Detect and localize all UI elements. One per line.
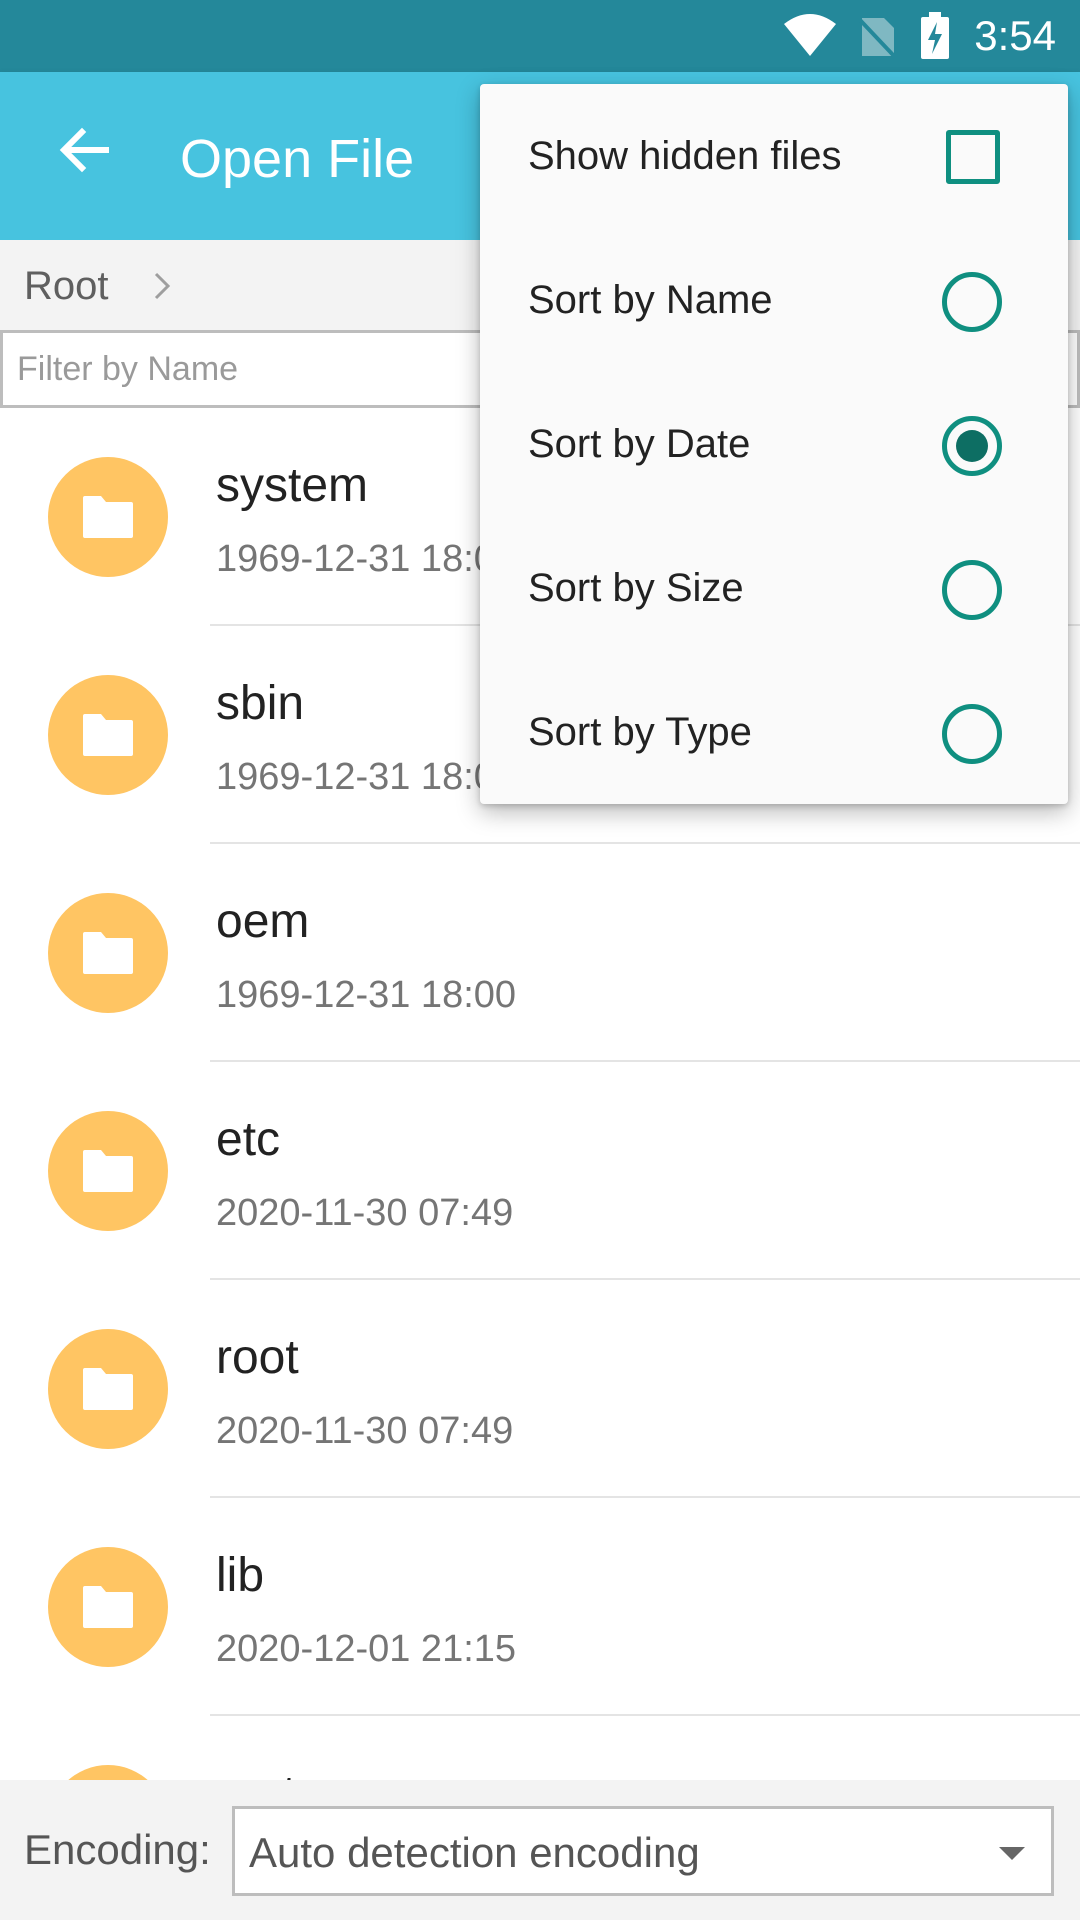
folder-icon <box>48 1111 168 1231</box>
file-date: 1969-12-31 18:00 <box>216 974 517 1016</box>
menu-item-label: Sort by Type <box>528 710 752 754</box>
sort-by-size-radio[interactable] <box>942 560 1002 620</box>
folder-icon <box>48 675 168 795</box>
show-hidden-files-checkbox[interactable] <box>946 130 1000 184</box>
menu-item-sort-by-size[interactable]: Sort by Size <box>480 516 1068 660</box>
folder-icon <box>48 893 168 1013</box>
file-name: sbin <box>216 677 305 730</box>
menu-item-label: Sort by Date <box>528 422 751 466</box>
file-date: 1969-12-31 18:00 <box>216 538 517 580</box>
file-name: root <box>216 1331 299 1384</box>
menu-item-label: Sort by Name <box>528 278 773 322</box>
breadcrumb-item-root[interactable]: Root <box>24 264 109 309</box>
menu-item-show-hidden-files[interactable]: Show hidden files <box>480 84 1068 228</box>
folder-icon <box>48 1765 168 1780</box>
encoding-selected-value: Auto detection encoding <box>249 1829 700 1876</box>
clock: 3:54 <box>974 12 1056 59</box>
menu-item-label: Show hidden files <box>528 134 842 178</box>
folder-icon <box>48 1329 168 1449</box>
encoding-bar: Encoding: Auto detection encoding <box>0 1780 1080 1920</box>
menu-item-sort-by-date[interactable]: Sort by Date <box>480 372 1068 516</box>
file-date: 1969-12-31 18:00 <box>216 756 517 798</box>
dropdown-arrow-icon <box>999 1847 1025 1860</box>
encoding-label: Encoding: <box>24 1826 211 1873</box>
file-name: lib <box>216 1549 265 1602</box>
sort-by-name-radio[interactable] <box>942 272 1002 332</box>
chevron-right-icon <box>154 272 171 300</box>
file-name: oem <box>216 895 310 948</box>
file-date: 2020-11-30 07:49 <box>216 1192 514 1234</box>
menu-item-sort-by-type[interactable]: Sort by Type <box>480 660 1068 804</box>
menu-item-label: Sort by Size <box>528 566 744 610</box>
folder-icon <box>48 1547 168 1667</box>
battery-charging-icon <box>921 12 949 59</box>
file-name: etc <box>216 1113 281 1166</box>
arrow-left-icon[interactable] <box>56 122 112 178</box>
sort-by-date-radio[interactable] <box>942 416 1002 476</box>
file-name: mnt <box>216 1766 296 1780</box>
list-item[interactable]: etc 2020-11-30 07:49 <box>0 1062 1080 1280</box>
no-sim-icon <box>858 18 896 58</box>
page-title: Open File <box>180 129 415 189</box>
file-date: 2020-12-01 21:15 <box>216 1628 517 1670</box>
menu-item-sort-by-name[interactable]: Sort by Name <box>480 228 1068 372</box>
overflow-menu: Show hidden files Sort by Name Sort by D… <box>480 84 1068 804</box>
list-item[interactable]: lib 2020-12-01 21:15 <box>0 1498 1080 1716</box>
folder-icon <box>48 457 168 577</box>
sort-by-type-radio[interactable] <box>942 704 1002 764</box>
encoding-select[interactable]: Auto detection encoding <box>232 1806 1054 1896</box>
list-item[interactable]: mnt <box>0 1716 1080 1780</box>
file-name: system <box>216 459 369 512</box>
file-date: 2020-11-30 07:49 <box>216 1410 514 1452</box>
wifi-icon <box>784 14 836 56</box>
list-item[interactable]: oem 1969-12-31 18:00 <box>0 844 1080 1062</box>
list-item[interactable]: root 2020-11-30 07:49 <box>0 1280 1080 1498</box>
status-bar: 3:54 <box>0 0 1080 72</box>
